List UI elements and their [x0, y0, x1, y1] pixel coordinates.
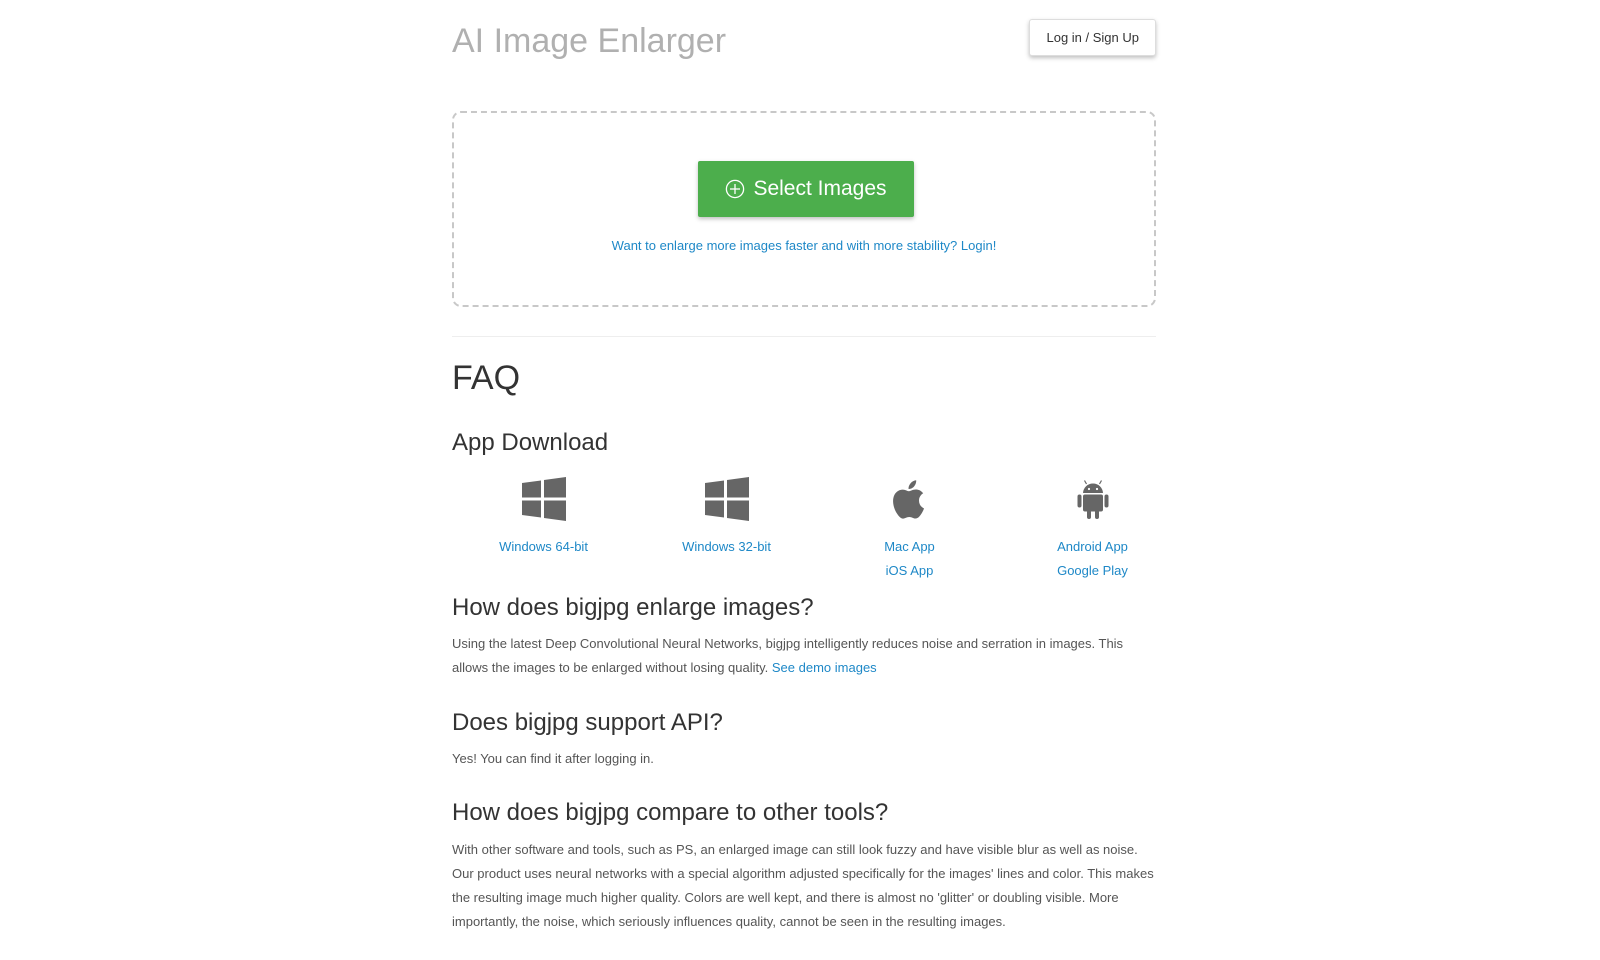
- login-hint-link[interactable]: Want to enlarge more images faster and w…: [454, 238, 1154, 253]
- plus-circle-icon: [726, 179, 745, 199]
- windows-32-link[interactable]: Windows 32-bit: [635, 535, 818, 559]
- faq-answer-enlarge: Using the latest Deep Convolutional Neur…: [452, 632, 1156, 680]
- app-apple: Mac App iOS App: [818, 474, 1001, 583]
- app-download-heading: App Download: [452, 429, 609, 456]
- windows-icon: [704, 477, 749, 521]
- select-images-button[interactable]: Select Images: [698, 161, 914, 217]
- app-windows-32: Windows 32-bit: [635, 474, 818, 559]
- site-title: AI Image Enlarger: [452, 22, 727, 60]
- apple-icon: [892, 480, 924, 519]
- page-container: AI Image Enlarger Log in / Sign Up Selec…: [452, 0, 1156, 929]
- google-play-link[interactable]: Google Play: [1001, 559, 1184, 583]
- section-divider: [452, 336, 1156, 337]
- see-demo-images-link[interactable]: See demo images: [772, 660, 877, 675]
- faq-question-compare: How does bigjpg compare to other tools?: [452, 799, 889, 826]
- faq-answer-compare: With other software and tools, such as P…: [452, 842, 1154, 929]
- windows-icon: [521, 477, 566, 521]
- app-android: Android App Google Play: [1001, 474, 1184, 583]
- android-app-link[interactable]: Android App: [1001, 535, 1184, 559]
- windows-64-link[interactable]: Windows 64-bit: [452, 535, 635, 559]
- android-icon: [1077, 480, 1108, 519]
- faq-title: FAQ: [452, 359, 521, 397]
- app-download-grid: Windows 64-bit Windows 32-bit Mac App iO…: [452, 474, 1186, 586]
- app-windows-64: Windows 64-bit: [452, 474, 635, 559]
- select-images-label: Select Images: [753, 177, 887, 200]
- faq-answer-api: Yes! You can find it after logging in.: [452, 751, 654, 766]
- header: AI Image Enlarger Log in / Sign Up: [452, 0, 1156, 96]
- login-signup-button[interactable]: Log in / Sign Up: [1029, 19, 1156, 56]
- mac-app-link[interactable]: Mac App: [818, 535, 1001, 559]
- faq-question-api: Does bigjpg support API?: [452, 709, 723, 736]
- faq-question-enlarge: How does bigjpg enlarge images?: [452, 594, 814, 621]
- ios-app-link[interactable]: iOS App: [818, 559, 1001, 583]
- upload-dropzone[interactable]: Select Images Want to enlarge more image…: [452, 111, 1156, 307]
